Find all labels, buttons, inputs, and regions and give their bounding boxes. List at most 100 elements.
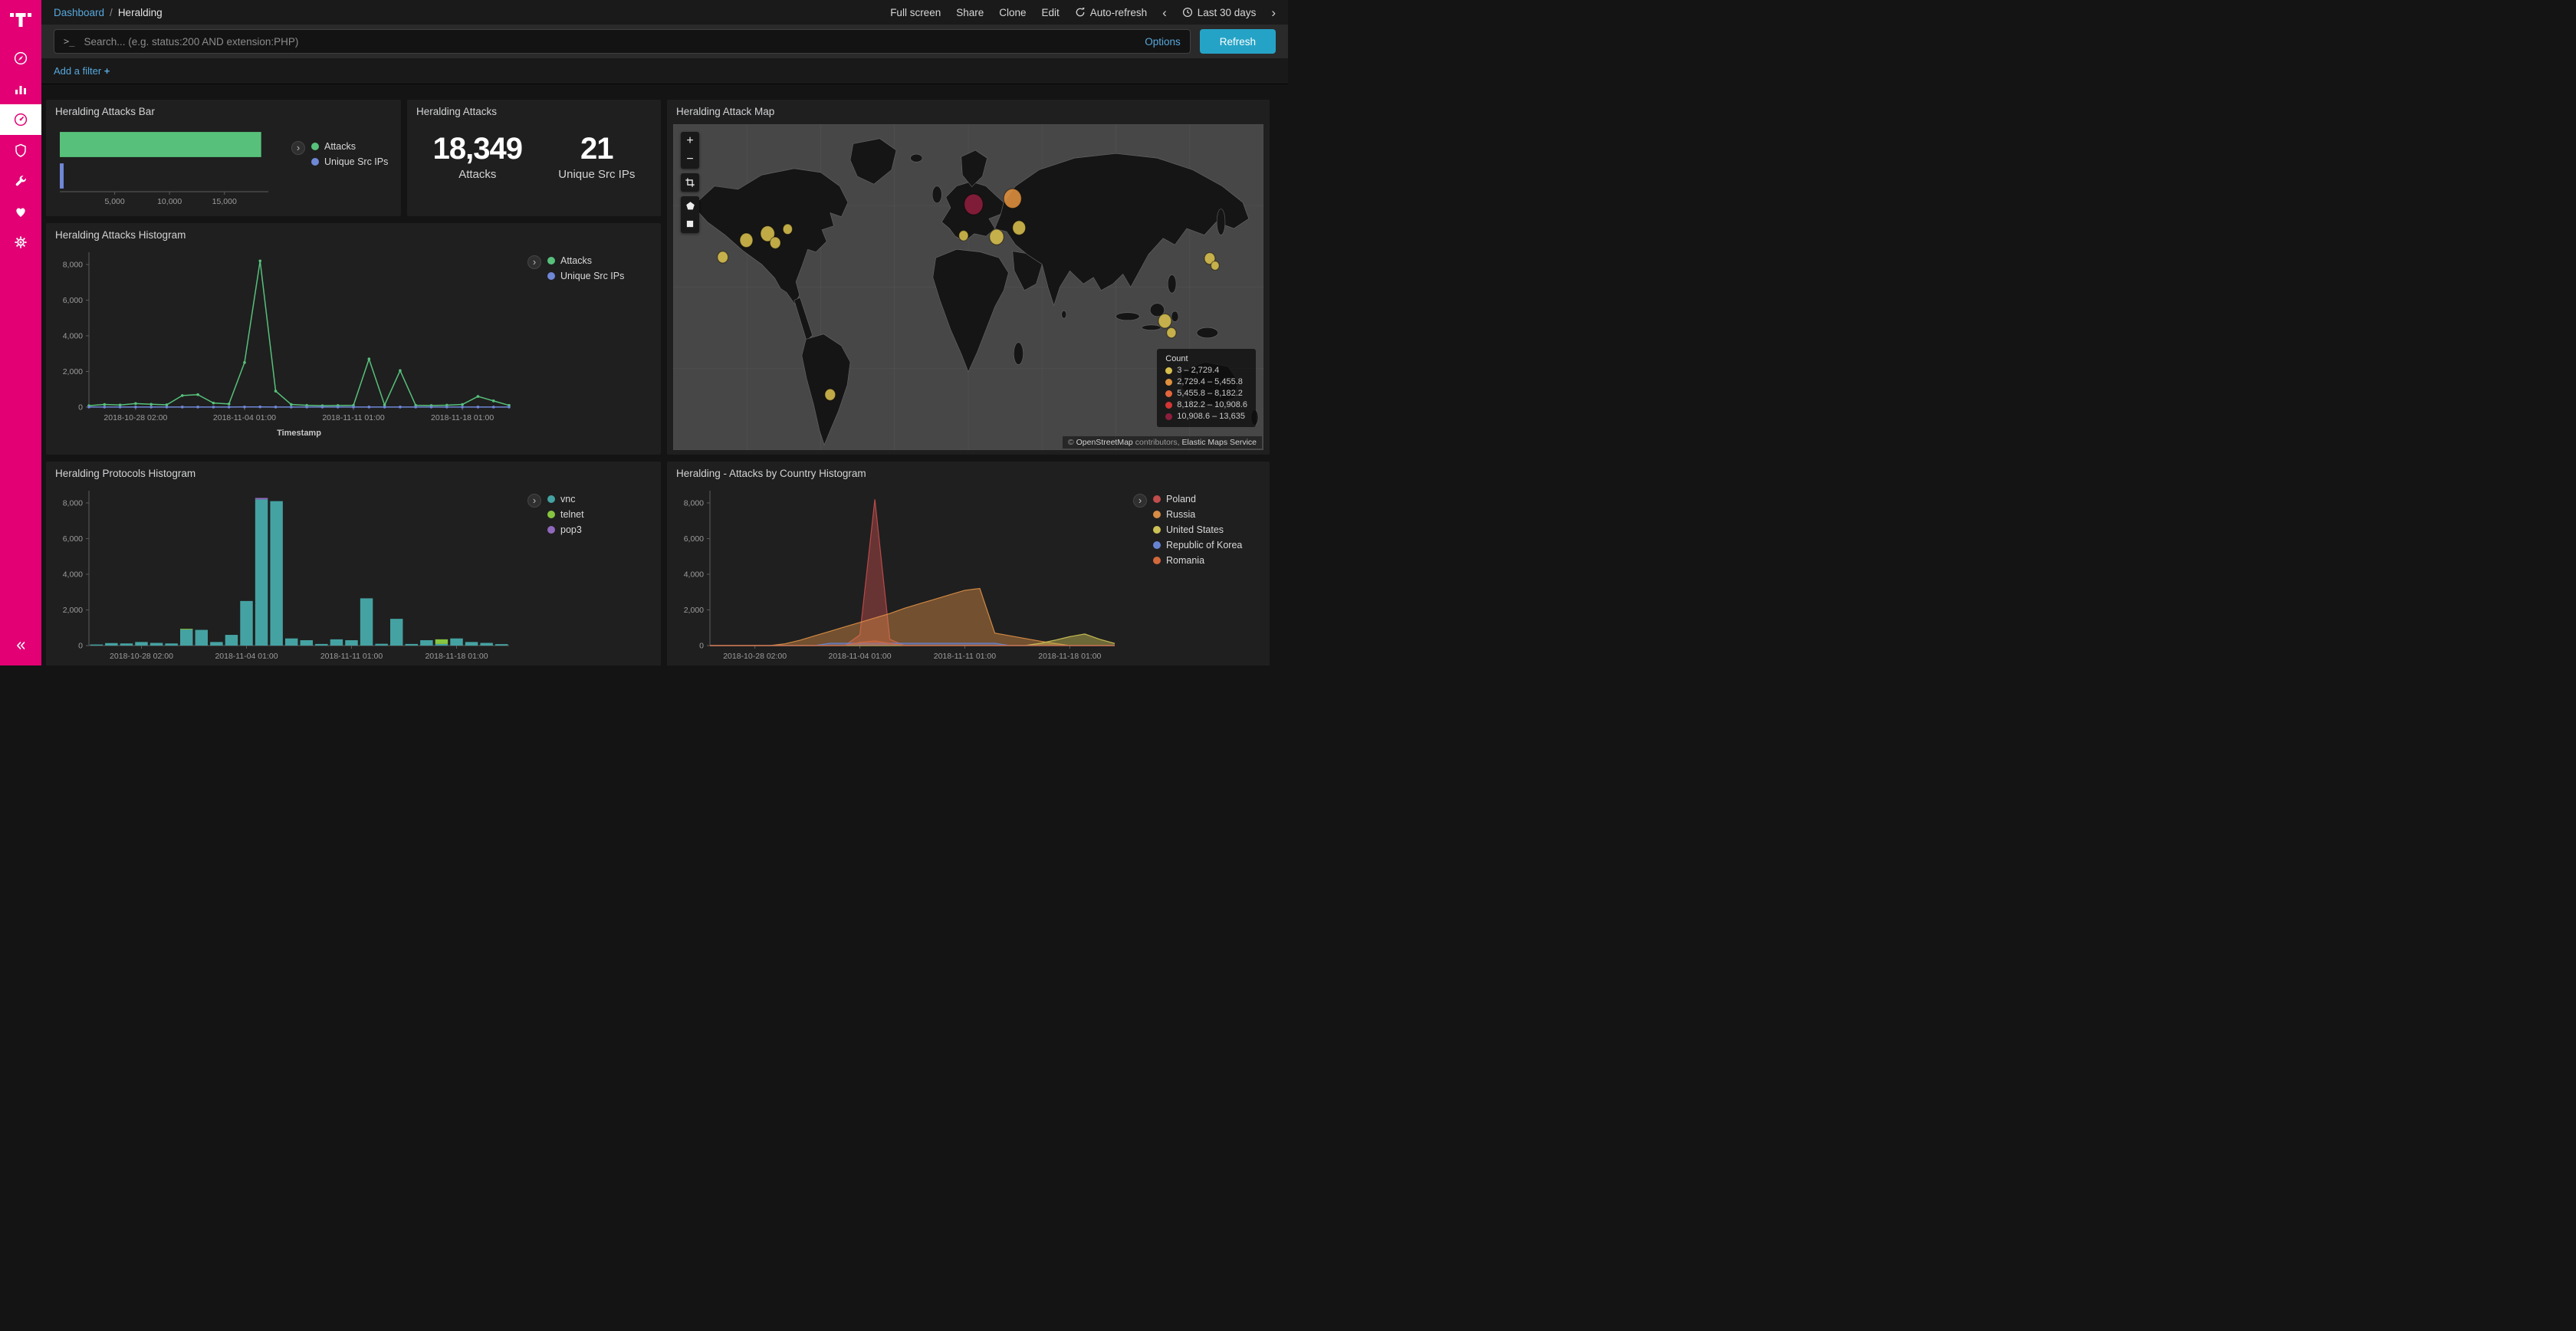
zoom-in-button[interactable]: + [681,132,699,150]
full-screen-button[interactable]: Full screen [890,7,941,18]
panel-heralding-attacks-histogram: Heralding Attacks Histogram 02,0004,0006… [46,223,661,455]
legend-dot [1153,541,1161,549]
legend-item[interactable]: Unique Src IPs [311,156,388,167]
svg-text:0: 0 [699,642,704,651]
svg-text:2,000: 2,000 [63,367,83,376]
box-zoom-button[interactable] [681,173,699,192]
zoom-out-button[interactable]: − [681,150,699,169]
legend-dot [1165,390,1172,397]
legend-label: Republic of Korea [1166,540,1242,550]
add-filter-link[interactable]: Add a filter + [54,65,110,77]
legend-item[interactable]: pop3 [547,524,584,535]
time-range-button[interactable]: Last 30 days [1182,7,1257,18]
legend-label: pop3 [560,524,582,535]
metric-row: 18,349 Attacks 21 Unique Src IPs [407,121,661,181]
search-box[interactable]: >_ Options [54,29,1191,54]
attacks-bar-legend: › Attacks Unique Src IPs [291,141,388,167]
osm-link[interactable]: OpenStreetMap [1076,438,1133,447]
terminal-prompt-icon: >_ [64,36,74,47]
legend-toggle[interactable]: › [527,494,541,508]
sidebar-item-dashboard[interactable] [0,104,41,135]
attacks-bar-chart[interactable]: 5,00010,00015,000 [54,124,281,210]
sidebar-item-security[interactable] [0,135,41,166]
legend-label: Poland [1166,494,1196,504]
clone-button[interactable]: Clone [999,7,1026,18]
contributors-text: contributors, [1135,438,1180,447]
legend-range: 8,182.2 – 10,908.6 [1177,400,1247,409]
map-legend-title: Count [1165,354,1247,363]
protocols-histogram-chart[interactable]: 02,0004,0006,0008,0002018-10-28 02:00201… [54,483,518,666]
svg-text:2018-11-04 01:00: 2018-11-04 01:00 [213,413,276,422]
svg-text:Timestamp: Timestamp [277,429,321,438]
legend-item[interactable]: United States [1153,524,1242,535]
map-controls: + − [681,132,699,233]
telekom-logo[interactable] [9,8,32,31]
legend-item[interactable]: vnc [547,494,584,504]
topnav-actions: Full screen Share Clone Edit Auto-refres… [890,6,1276,19]
ems-link[interactable]: Elastic Maps Service [1182,438,1257,447]
breadcrumb-dashboard[interactable]: Dashboard [54,7,104,18]
legend-dot [311,158,319,166]
heart-icon [13,204,28,219]
share-button[interactable]: Share [956,7,984,18]
wrench-icon [13,173,28,189]
add-filter-label: Add a filter [54,65,101,77]
plus-icon: + [104,65,110,77]
legend-toggle[interactable]: › [291,141,305,155]
refresh-button[interactable]: Refresh [1200,29,1276,54]
copyright-text: © [1068,438,1074,447]
panel-title: Heralding Attacks Histogram [46,223,661,245]
time-forward-button[interactable]: › [1271,6,1276,19]
legend-dot [1153,495,1161,503]
panel-title: Heralding Attack Map [667,100,1270,121]
breadcrumb-separator: / [110,7,113,18]
legend-item[interactable]: Unique Src IPs [547,271,624,281]
svg-text:2018-11-11 01:00: 2018-11-11 01:00 [322,413,385,422]
legend-label: Unique Src IPs [560,271,624,281]
legend-item[interactable]: Romania [1153,555,1242,566]
legend-dot [311,143,319,150]
sidebar-item-monitoring[interactable] [0,196,41,227]
gauge-icon [13,112,28,127]
bar-chart-icon [13,81,28,97]
legend-label: Attacks [324,141,356,152]
svg-text:2,000: 2,000 [63,606,83,615]
legend-dot [1165,413,1172,420]
svg-text:2018-11-18 01:00: 2018-11-18 01:00 [1038,652,1101,661]
map-legend-row: 8,182.2 – 10,908.6 [1165,400,1247,409]
country-histogram-chart[interactable]: 02,0004,0006,0008,0002018-10-28 02:00201… [675,483,1124,666]
svg-text:5,000: 5,000 [104,197,124,206]
edit-button[interactable]: Edit [1042,7,1060,18]
legend-item[interactable]: Poland [1153,494,1242,504]
auto-refresh-button[interactable]: Auto-refresh [1075,7,1147,18]
draw-polygon-button[interactable] [681,196,699,215]
auto-refresh-label: Auto-refresh [1090,7,1147,18]
legend-item[interactable]: telnet [547,509,584,520]
sidebar-item-discover[interactable] [0,43,41,74]
sidebar-item-visualize[interactable] [0,74,41,104]
query-bar: >_ Options Refresh [41,25,1288,58]
sidebar-item-management[interactable] [0,227,41,258]
search-input[interactable] [82,35,1137,48]
legend-item[interactable]: Republic of Korea [1153,540,1242,550]
legend-item[interactable]: Russia [1153,509,1242,520]
collapse-nav-button[interactable] [14,639,28,656]
legend-dot [547,495,555,503]
top-navbar: Dashboard / Heralding Full screen Share … [41,0,1288,25]
query-options-link[interactable]: Options [1145,36,1181,48]
refresh-icon [1075,7,1086,18]
svg-text:8,000: 8,000 [684,498,704,508]
draw-rectangle-button[interactable] [681,215,699,233]
time-back-button[interactable]: ‹ [1162,6,1167,19]
square-icon [685,219,695,228]
legend-item[interactable]: Attacks [547,255,624,266]
sidebar-item-devtools[interactable] [0,166,41,196]
legend-toggle[interactable]: › [1133,494,1147,508]
svg-text:2018-11-04 01:00: 2018-11-04 01:00 [828,652,891,661]
attacks-histogram-chart[interactable]: 02,0004,0006,0008,0002018-10-28 02:00201… [54,245,518,442]
double-chevron-left-icon [14,639,28,652]
legend-toggle[interactable]: › [527,255,541,269]
legend-item[interactable]: Attacks [311,141,388,152]
legend-dot [1153,511,1161,518]
legend-dot [547,511,555,518]
